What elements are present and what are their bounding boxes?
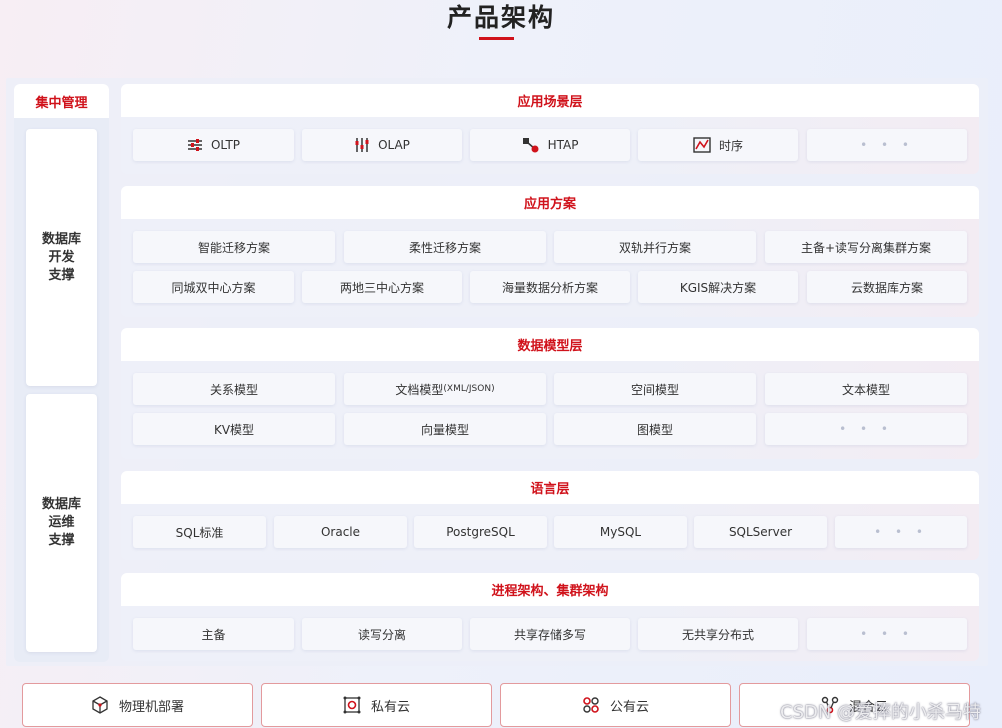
scenario-timeseries-label: 时序	[718, 138, 743, 153]
scenario-oltp-label: OLTP	[210, 138, 241, 152]
language-item: SQLServer	[694, 516, 827, 548]
datamodel-item: 图模型	[554, 413, 756, 445]
dev-support-line-2: 开发	[48, 249, 75, 265]
dev-support-line-1: 数据库	[41, 231, 81, 247]
solution-item: 海量数据分析方案	[470, 271, 630, 303]
private-cloud-icon	[343, 696, 361, 714]
datamodel-more: • • •	[765, 413, 967, 445]
scenario-layer: 应用场景层 OLTP OLAP HTAP 时序 • • •	[121, 84, 979, 174]
datamodel-item: 文本模型	[765, 373, 967, 405]
solution-item: 柔性迁移方案	[344, 231, 546, 263]
deploy-public-cloud-label: 公有云	[609, 699, 649, 715]
solution-item: 智能迁移方案	[133, 231, 335, 263]
datamodel-layer-title: 数据模型层	[121, 328, 979, 361]
language-layer: 语言层 SQL标准 Oracle PostgreSQL MySQL SQLSer…	[121, 471, 979, 560]
solution-item: 云数据库方案	[807, 271, 967, 303]
solution-item: 同城双中心方案	[133, 271, 294, 303]
scenario-olap-label: OLAP	[378, 138, 410, 152]
title-underline	[479, 37, 514, 40]
ops-support-block: 数据库 运维 支撑	[26, 394, 97, 652]
page-title: 产品架构	[446, 3, 555, 32]
solution-layer-title: 应用方案	[121, 186, 979, 219]
language-item: MySQL	[554, 516, 687, 548]
process-layer-title: 进程架构、集群架构	[121, 573, 979, 606]
cube-icon	[91, 696, 109, 714]
language-layer-title: 语言层	[121, 471, 979, 504]
scenario-timeseries: 时序	[638, 129, 798, 161]
timeseries-icon	[693, 137, 711, 153]
process-item: 读写分离	[302, 618, 462, 650]
scenario-oltp: OLTP	[133, 129, 294, 161]
management-header: 集中管理	[14, 84, 109, 118]
process-item: 共享存储多写	[470, 618, 630, 650]
solution-item: 主备+读写分离集群方案	[765, 231, 967, 263]
deploy-private-cloud-label: 私有云	[370, 699, 410, 715]
process-item: 主备	[133, 618, 294, 650]
equalizer-icon	[354, 137, 370, 153]
watermark: CSDN @爱摔的小杀马特	[780, 702, 982, 723]
deploy-private-cloud: 私有云	[261, 683, 492, 727]
solution-layer: 应用方案 智能迁移方案 柔性迁移方案 双轨并行方案 主备+读写分离集群方案 同城…	[121, 186, 979, 317]
datamodel-document-suffix: (XML/JSON)	[443, 384, 495, 394]
dev-support-block: 数据库 开发 支撑	[26, 129, 97, 386]
deploy-public-cloud: 公有云	[500, 683, 731, 727]
solution-item: KGIS解决方案	[638, 271, 798, 303]
process-layer: 进程架构、集群架构 主备 读写分离 共享存储多写 无共享分布式 • • •	[121, 573, 979, 661]
datamodel-item: 空间模型	[554, 373, 756, 405]
ops-support-line-3: 支撑	[48, 533, 75, 548]
datamodel-item: KV模型	[133, 413, 335, 445]
sliders-icon	[187, 138, 203, 152]
process-item: 无共享分布式	[638, 618, 798, 650]
language-item: PostgreSQL	[414, 516, 547, 548]
datamodel-layer: 数据模型层 关系模型 文档模型 (XML/JSON) 空间模型 文本模型 KV模型…	[121, 328, 979, 459]
process-more: • • •	[807, 618, 967, 650]
datamodel-item: 向量模型	[344, 413, 546, 445]
datamodel-document-label: 文档模型	[395, 382, 444, 397]
language-more: • • •	[835, 516, 967, 548]
scenario-htap: HTAP	[470, 129, 630, 161]
scenario-layer-title: 应用场景层	[121, 84, 979, 117]
hybrid-icon	[522, 137, 540, 153]
solution-item: 两地三中心方案	[302, 271, 462, 303]
public-cloud-icon	[582, 696, 600, 714]
deploy-physical: 物理机部署	[22, 683, 253, 727]
language-item: SQL标准	[133, 516, 266, 548]
datamodel-document: 文档模型 (XML/JSON)	[344, 373, 546, 405]
dev-support-line-3: 支撑	[48, 267, 75, 283]
language-item: Oracle	[274, 516, 407, 548]
datamodel-item: 关系模型	[133, 373, 335, 405]
solution-item: 双轨并行方案	[554, 231, 756, 263]
ops-support-line-2: 运维	[48, 515, 75, 530]
scenario-htap-label: HTAP	[547, 138, 579, 152]
scenario-olap: OLAP	[302, 129, 462, 161]
deploy-physical-label: 物理机部署	[118, 699, 184, 715]
ops-support-line-1: 数据库	[41, 497, 81, 512]
scenario-more: • • •	[807, 129, 967, 161]
